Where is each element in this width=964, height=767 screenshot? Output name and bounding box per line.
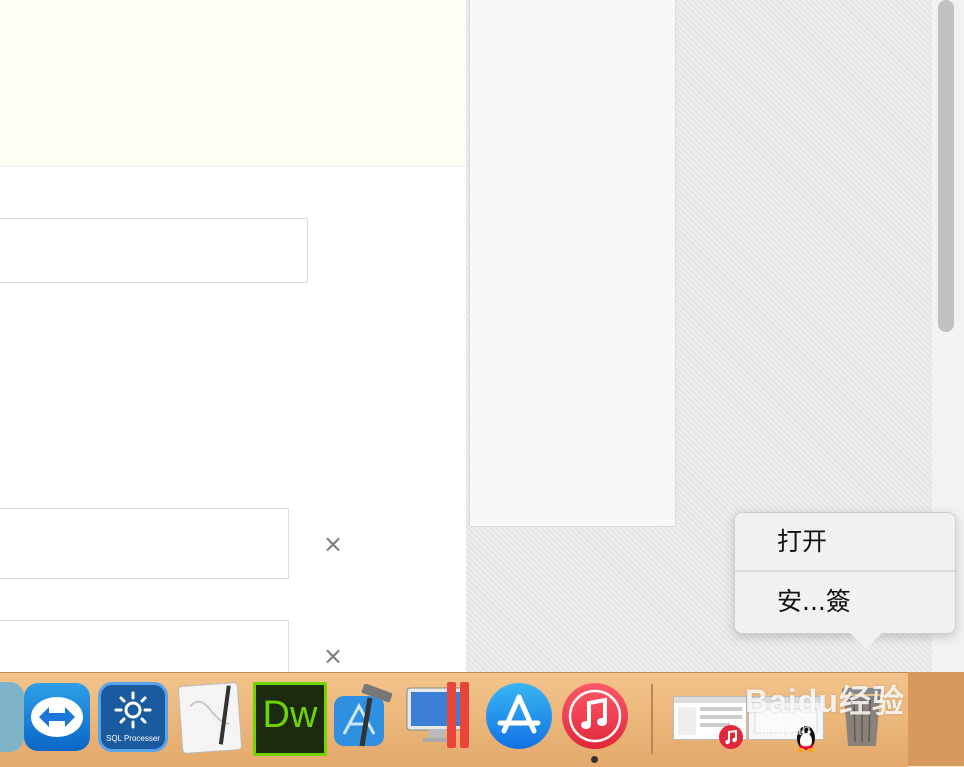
partial-app-icon[interactable] — [0, 682, 24, 752]
itunes-badge-icon — [719, 725, 743, 749]
context-menu: 打开 安...簽 — [734, 512, 956, 634]
remove-field-2-button[interactable]: × — [321, 532, 345, 556]
text-input-1[interactable] — [0, 218, 308, 283]
teamviewer-arrow-icon — [39, 707, 75, 727]
notice-area — [0, 0, 466, 167]
text-input-3[interactable] — [0, 620, 289, 680]
scrollbar-thumb[interactable] — [938, 0, 954, 332]
remove-field-3-button[interactable]: × — [321, 644, 345, 668]
context-menu-pointer — [848, 631, 884, 649]
side-column — [469, 0, 676, 527]
dock-divider — [651, 684, 653, 754]
dreamweaver-icon[interactable]: Dw — [253, 682, 327, 756]
baidu-watermark: Baidu经验 — [745, 683, 905, 719]
menu-separator — [735, 570, 955, 572]
script-editor-icon[interactable] — [177, 681, 243, 755]
running-indicator — [591, 756, 598, 763]
menu-item-open[interactable]: 打开 — [735, 513, 955, 571]
itunes-icon[interactable] — [562, 683, 628, 749]
menu-item-install[interactable]: 安...簽 — [735, 573, 955, 631]
xcode-icon[interactable] — [332, 684, 396, 750]
sql-processer-label: SQL Processer — [106, 734, 160, 743]
sun-icon — [114, 691, 152, 729]
baidu-watermark-sub: jingyan — [760, 722, 811, 739]
text-input-2[interactable] — [0, 508, 289, 579]
app-store-icon[interactable] — [486, 683, 552, 749]
parallels-icon[interactable] — [405, 682, 477, 748]
